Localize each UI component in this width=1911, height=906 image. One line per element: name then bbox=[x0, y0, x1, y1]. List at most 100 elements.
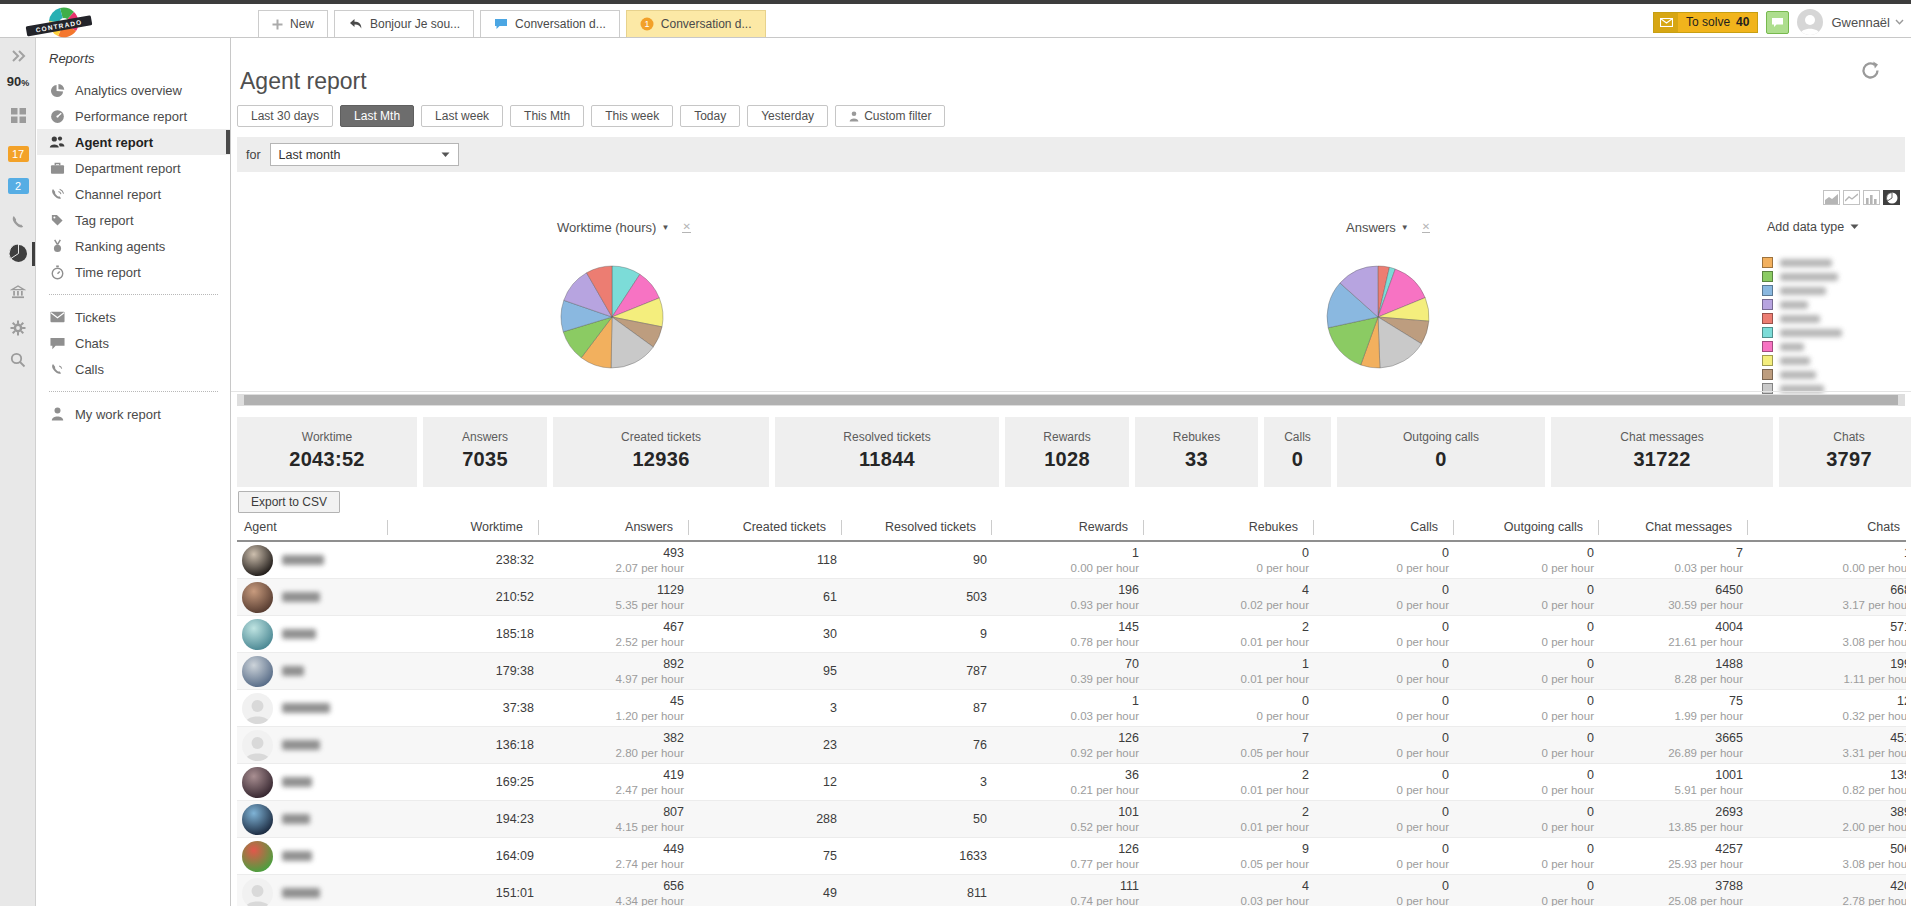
table-row[interactable]: 151:016564.34 per hour498111110.74 per h… bbox=[237, 875, 1906, 906]
table-row[interactable]: 169:254192.47 per hour123360.21 per hour… bbox=[237, 764, 1906, 801]
cell-answers: 4192.47 per hour bbox=[539, 764, 689, 800]
chat-toggle-button[interactable] bbox=[1766, 11, 1789, 34]
ticket-tab-0[interactable]: New bbox=[258, 10, 328, 37]
sidebar-item-calls[interactable]: Calls bbox=[37, 356, 230, 382]
sidebar-item-chats[interactable]: Chats bbox=[37, 330, 230, 356]
scrollbar-thumb[interactable] bbox=[244, 395, 1898, 405]
to-solve-button[interactable]: To solve40 bbox=[1653, 12, 1758, 33]
filter-tab-this-week[interactable]: This week bbox=[591, 105, 673, 127]
legend-item-magenta[interactable] bbox=[1762, 341, 1842, 352]
contrado-logo[interactable]: CONTRADO bbox=[12, 6, 104, 44]
sidebar-item-agent-report[interactable]: Agent report bbox=[37, 129, 230, 155]
sidebar-item-ranking-agents[interactable]: Ranking agents bbox=[37, 233, 230, 259]
add-data-type-button[interactable]: Add data type bbox=[1767, 220, 1859, 234]
sidebar-item-time-report[interactable]: Time report bbox=[37, 259, 230, 285]
user-menu[interactable]: Gwennaël bbox=[1831, 15, 1904, 30]
for-bar: for Last month bbox=[237, 137, 1905, 172]
column-header-worktime[interactable]: Worktime bbox=[388, 514, 539, 540]
stat-card-rebukes: Rebukes33 bbox=[1135, 417, 1258, 487]
sidebar-item-channel-report[interactable]: Channel report bbox=[37, 181, 230, 207]
legend-item-purple[interactable] bbox=[1762, 299, 1842, 310]
pie1-title[interactable]: Worktime (hours) bbox=[557, 220, 656, 235]
column-header-agent[interactable]: Agent bbox=[237, 514, 388, 540]
refresh-icon[interactable] bbox=[1860, 60, 1881, 81]
column-header-chats[interactable]: Chats bbox=[1748, 514, 1906, 540]
tickets-badge[interactable]: 17 bbox=[0, 146, 36, 162]
worktime-pie-chart[interactable] bbox=[560, 265, 664, 369]
cell-outgoing: 00 per hour bbox=[1454, 542, 1599, 578]
legend-item-blue[interactable] bbox=[1762, 285, 1842, 296]
agent-name-blurred bbox=[282, 555, 324, 565]
column-header-rebukes[interactable]: Rebukes bbox=[1144, 514, 1314, 540]
column-header-created-tickets[interactable]: Created tickets bbox=[689, 514, 842, 540]
remove-chart-button[interactable]: ✕ bbox=[1422, 222, 1430, 233]
cell-chats: 120.32 per hour bbox=[1748, 690, 1906, 726]
line-chart-icon[interactable] bbox=[1843, 190, 1860, 205]
zoom-level[interactable]: 90% bbox=[0, 74, 36, 89]
filter-tab-last-week[interactable]: Last week bbox=[421, 105, 503, 127]
dashboard-icon[interactable] bbox=[0, 108, 36, 123]
table-row[interactable]: 179:388924.97 per hour95787700.39 per ho… bbox=[237, 653, 1906, 690]
legend-item-gray[interactable] bbox=[1762, 383, 1842, 394]
user-avatar[interactable] bbox=[1797, 9, 1823, 35]
stat-value: 33 bbox=[1185, 448, 1208, 471]
legend-item-cyan[interactable] bbox=[1762, 327, 1842, 338]
filter-tab-last-30-days[interactable]: Last 30 days bbox=[237, 105, 333, 127]
calls-icon[interactable] bbox=[0, 214, 36, 231]
filter-tab-this-mth[interactable]: This Mth bbox=[510, 105, 584, 127]
sidebar-item-tickets[interactable]: Tickets bbox=[37, 304, 230, 330]
column-header-calls[interactable]: Calls bbox=[1314, 514, 1454, 540]
bar-chart-icon[interactable] bbox=[1863, 190, 1880, 205]
cell-worktime: 179:38 bbox=[388, 653, 539, 689]
column-header-resolved-tickets[interactable]: Resolved tickets bbox=[842, 514, 992, 540]
pie-chart-icon[interactable] bbox=[1883, 190, 1900, 205]
table-row[interactable]: 37:38451.20 per hour38710.03 per hour00 … bbox=[237, 690, 1906, 727]
ticket-tab-3[interactable]: 1Conversation d... bbox=[626, 10, 766, 37]
ticket-tab-2[interactable]: Conversation d... bbox=[480, 10, 620, 37]
agent-table: AgentWorktimeAnswersCreated ticketsResol… bbox=[237, 514, 1906, 906]
filter-tab-today[interactable]: Today bbox=[680, 105, 740, 127]
search-icon[interactable] bbox=[0, 352, 36, 368]
table-row[interactable]: 185:184672.52 per hour3091450.78 per hou… bbox=[237, 616, 1906, 653]
legend-item-yellow[interactable] bbox=[1762, 355, 1842, 366]
column-header-outgoing-calls[interactable]: Outgoing calls bbox=[1454, 514, 1599, 540]
stat-value: 7035 bbox=[462, 448, 508, 471]
settings-gear-icon[interactable] bbox=[0, 320, 36, 336]
legend-swatch bbox=[1762, 313, 1773, 324]
legend-item-brown[interactable] bbox=[1762, 369, 1842, 380]
table-row[interactable]: 194:238074.15 per hour288501010.52 per h… bbox=[237, 801, 1906, 838]
sidebar-item-tag-report[interactable]: Tag report bbox=[37, 207, 230, 233]
filter-tab-yesterday[interactable]: Yesterday bbox=[747, 105, 828, 127]
sidebar-item-analytics-overview[interactable]: Analytics overview bbox=[37, 77, 230, 103]
chats-badge[interactable]: 2 bbox=[0, 178, 36, 194]
table-row[interactable]: 164:094492.74 per hour7516331260.77 per … bbox=[237, 838, 1906, 875]
answers-pie-chart[interactable] bbox=[1326, 265, 1430, 369]
table-row[interactable]: 238:324932.07 per hour1189010.00 per hou… bbox=[237, 542, 1906, 579]
sidebar-item-performance-report[interactable]: Performance report bbox=[37, 103, 230, 129]
sidebar-item-my-work-report[interactable]: My work report bbox=[37, 401, 230, 427]
column-header-rewards[interactable]: Rewards bbox=[992, 514, 1144, 540]
company-icon[interactable] bbox=[0, 284, 36, 300]
table-row[interactable]: 136:183822.80 per hour23761260.92 per ho… bbox=[237, 727, 1906, 764]
column-header-answers[interactable]: Answers bbox=[539, 514, 689, 540]
legend-item-orange[interactable] bbox=[1762, 257, 1842, 268]
top-bar: CONTRADO NewBonjour Je sou...Conversatio… bbox=[0, 4, 1911, 38]
export-to-csv-button[interactable]: Export to CSV bbox=[238, 491, 340, 513]
period-select[interactable]: Last month bbox=[270, 143, 459, 166]
sidebar-item-department-report[interactable]: Department report bbox=[37, 155, 230, 181]
table-row[interactable]: 210:5211295.35 per hour615031960.93 per … bbox=[237, 579, 1906, 616]
area-chart-icon[interactable] bbox=[1823, 190, 1840, 205]
horizontal-scrollbar[interactable] bbox=[237, 394, 1905, 406]
filter-tab-last-mth[interactable]: Last Mth bbox=[340, 105, 414, 127]
reports-sidebar: Reports Analytics overviewPerformance re… bbox=[37, 38, 231, 906]
collapse-sidebar-button[interactable] bbox=[0, 50, 36, 62]
remove-chart-button[interactable]: ✕ bbox=[682, 222, 690, 233]
ticket-tab-1[interactable]: Bonjour Je sou... bbox=[334, 10, 474, 37]
column-header-chat-messages[interactable]: Chat messages bbox=[1599, 514, 1748, 540]
pie2-title[interactable]: Answers bbox=[1346, 220, 1396, 235]
filter-tab-custom-filter[interactable]: Custom filter bbox=[835, 105, 945, 127]
legend-item-green[interactable] bbox=[1762, 271, 1842, 282]
chart-area-divider bbox=[231, 391, 1911, 392]
reports-icon-active[interactable] bbox=[0, 244, 36, 263]
legend-item-red[interactable] bbox=[1762, 313, 1842, 324]
